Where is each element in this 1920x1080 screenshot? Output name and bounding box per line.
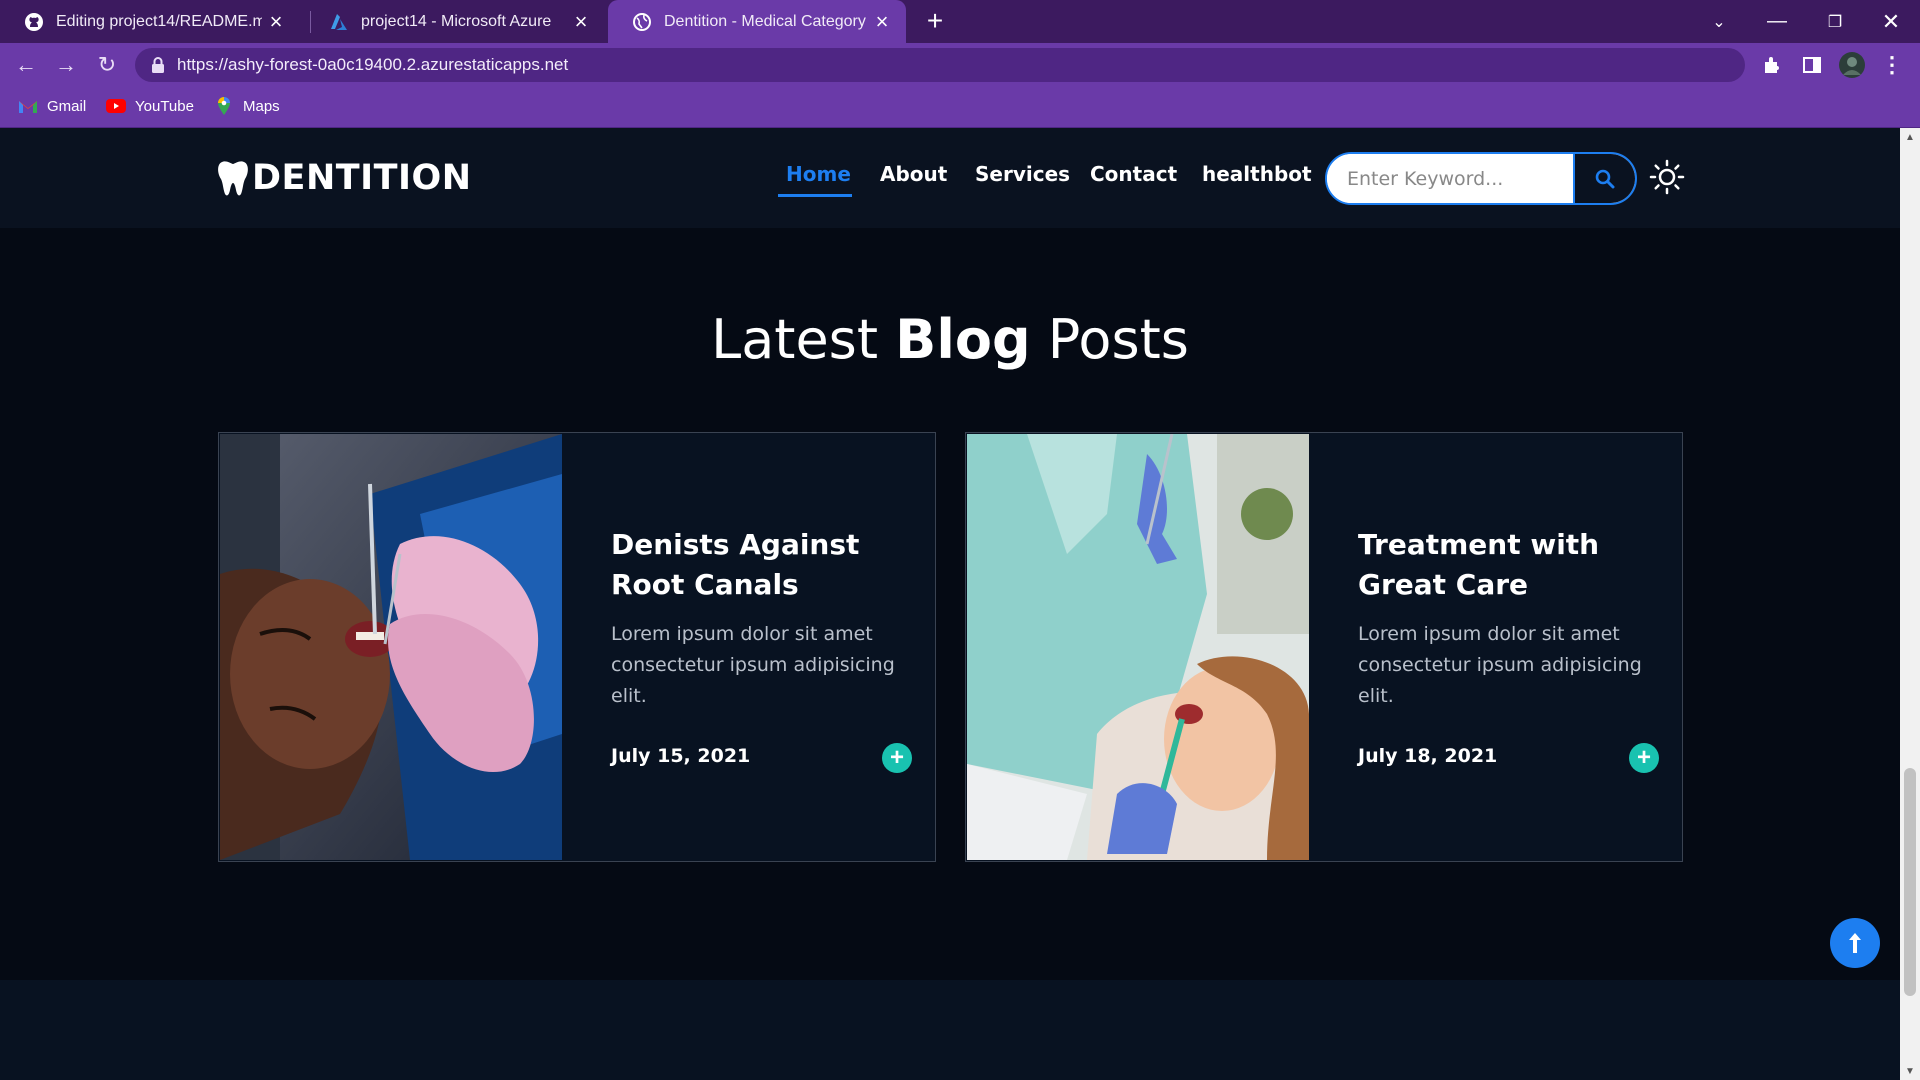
blog-card: Treatment with Great Care Lorem ipsum do…	[965, 432, 1683, 862]
menu-icon[interactable]: ⋮	[1874, 47, 1910, 83]
blog-title[interactable]: Treatment with Great Care	[1358, 525, 1658, 605]
maps-icon	[218, 97, 230, 115]
bookmark-label: Gmail	[47, 97, 87, 115]
arrow-up-icon	[1849, 933, 1861, 953]
close-icon[interactable]: ×	[868, 8, 896, 36]
web-page: DENTITION Home About Services Contact he…	[0, 128, 1900, 1080]
profile-avatar[interactable]	[1834, 47, 1870, 83]
blog-title[interactable]: Denists Against Root Canals	[611, 525, 911, 605]
tab-title: project14 - Microsoft Azure	[361, 12, 552, 30]
close-window-button[interactable]: ✕	[1862, 0, 1920, 43]
bookmarks-bar: Gmail YouTube Maps	[0, 86, 1920, 128]
bookmark-youtube[interactable]: YouTube	[106, 86, 194, 126]
blog-excerpt: Lorem ipsum dolor sit amet consectetur i…	[611, 623, 895, 707]
nav-healthbot[interactable]: healthbot	[1202, 162, 1312, 186]
search-icon	[1595, 169, 1615, 188]
read-more-plus-icon[interactable]: +	[882, 743, 912, 773]
blog-card: Denists Against Root Canals Lorem ipsum …	[218, 432, 936, 862]
tab-search-icon[interactable]: ⌄	[1690, 0, 1748, 43]
blog-excerpt: Lorem ipsum dolor sit amet consectetur i…	[1358, 623, 1642, 707]
search-input[interactable]	[1327, 154, 1573, 203]
scroll-up-arrow-icon[interactable]: ▲	[1900, 128, 1920, 146]
read-more-plus-icon[interactable]: +	[1629, 743, 1659, 773]
browser-toolbar: ← → ↻ https://ashy-forest-0a0c19400.2.az…	[0, 43, 1920, 86]
bookmark-maps[interactable]: Maps	[214, 86, 280, 126]
page-scrollbar[interactable]: ▲ ▼	[1900, 128, 1920, 1080]
gmail-icon	[19, 101, 37, 113]
scroll-down-arrow-icon[interactable]: ▼	[1900, 1062, 1920, 1080]
site-header: DENTITION Home About Services Contact he…	[0, 128, 1900, 228]
blog-date: July 18, 2021	[1358, 745, 1498, 767]
nav-services[interactable]: Services	[975, 162, 1070, 186]
extensions-icon[interactable]	[1754, 47, 1790, 83]
bookmark-gmail[interactable]: Gmail	[18, 86, 86, 126]
lock-icon	[152, 57, 164, 73]
side-panel-icon[interactable]	[1794, 47, 1830, 83]
next-section-band	[0, 980, 1900, 1080]
restore-button[interactable]: ❐	[1806, 0, 1864, 43]
blog-image-dental-exam	[220, 434, 562, 860]
forward-button[interactable]: →	[48, 47, 84, 83]
github-icon	[24, 12, 44, 32]
section-title: Latest Blog Posts	[0, 308, 1900, 371]
address-bar[interactable]: https://ashy-forest-0a0c19400.2.azuresta…	[135, 48, 1745, 82]
title-part-1: Latest	[711, 308, 878, 371]
nav-contact[interactable]: Contact	[1090, 162, 1177, 186]
close-icon[interactable]: ×	[262, 8, 290, 36]
site-logo[interactable]: DENTITION	[216, 158, 472, 198]
nav-active-indicator	[778, 194, 852, 197]
search-button[interactable]	[1573, 154, 1635, 203]
youtube-icon	[106, 99, 126, 113]
nav-home[interactable]: Home	[786, 162, 851, 186]
url-text: https://ashy-forest-0a0c19400.2.azuresta…	[177, 55, 569, 74]
tab-dentition[interactable]: Dentition - Medical Category Boo ×	[608, 0, 906, 43]
azure-icon	[329, 12, 349, 32]
browser-tabstrip: Editing project14/README.md at × project…	[0, 0, 1920, 43]
reload-button[interactable]: ↻	[89, 47, 125, 83]
title-part-2: Posts	[1047, 308, 1189, 371]
sun-icon[interactable]	[1649, 159, 1685, 195]
tab-github[interactable]: Editing project14/README.md at ×	[0, 0, 300, 43]
tab-title: Dentition - Medical Category Boo	[664, 12, 868, 30]
tooth-icon	[218, 161, 248, 196]
scroll-to-top-button[interactable]	[1830, 918, 1880, 968]
globe-icon	[632, 12, 652, 32]
blog-date: July 15, 2021	[611, 745, 751, 767]
minimize-button[interactable]: —	[1748, 0, 1806, 43]
tab-azure[interactable]: project14 - Microsoft Azure ×	[305, 0, 605, 43]
logo-text: DENTITION	[252, 158, 472, 198]
nav-about[interactable]: About	[880, 162, 947, 186]
tab-title: Editing project14/README.md at	[56, 12, 262, 30]
new-tab-button[interactable]: +	[918, 4, 952, 38]
scrollbar-thumb[interactable]	[1904, 768, 1916, 996]
search-box	[1325, 152, 1637, 205]
blog-image-dental-treatment	[967, 434, 1309, 860]
back-button[interactable]: ←	[8, 47, 44, 83]
close-icon[interactable]: ×	[567, 8, 595, 36]
title-part-bold: Blog	[895, 308, 1031, 371]
bookmark-label: YouTube	[135, 97, 194, 115]
bookmark-label: Maps	[243, 97, 280, 115]
